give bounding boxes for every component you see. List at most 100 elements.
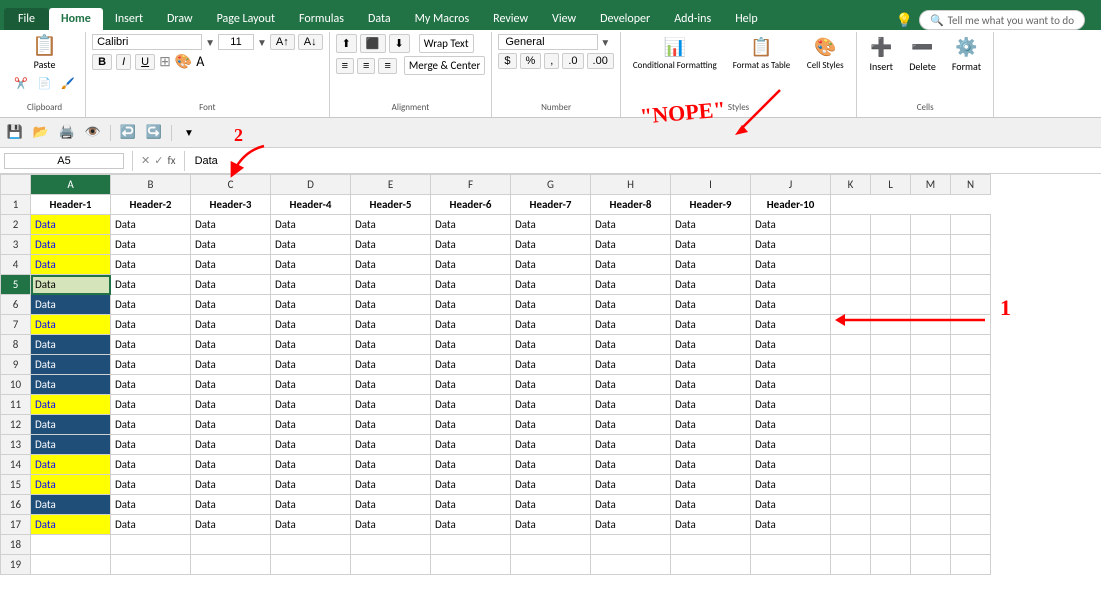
cell-r8-c7[interactable]: Data xyxy=(511,335,591,355)
cell-r10-c12[interactable] xyxy=(871,375,911,395)
cell-r12-c12[interactable] xyxy=(871,415,911,435)
cell-r3-c8[interactable]: Data xyxy=(591,235,671,255)
cell-r13-c8[interactable]: Data xyxy=(591,435,671,455)
cell-r13-c9[interactable]: Data xyxy=(671,435,751,455)
cell-r7-c13[interactable] xyxy=(911,315,951,335)
cell-r9-c2[interactable]: Data xyxy=(111,355,191,375)
cell-r15-c7[interactable]: Data xyxy=(511,475,591,495)
cell-r13-c14[interactable] xyxy=(951,435,991,455)
cell-r17-c2[interactable]: Data xyxy=(111,515,191,535)
cell-r9-c7[interactable]: Data xyxy=(511,355,591,375)
cell-r12-c14[interactable] xyxy=(951,415,991,435)
cell-r14-c5[interactable]: Data xyxy=(351,455,431,475)
cell-r14-c14[interactable] xyxy=(951,455,991,475)
cell-r9-c4[interactable]: Data xyxy=(271,355,351,375)
cell-r11-c3[interactable]: Data xyxy=(191,395,271,415)
cell-r15-c14[interactable] xyxy=(951,475,991,495)
cell-r12-c13[interactable] xyxy=(911,415,951,435)
cell-r18-c3[interactable] xyxy=(191,535,271,555)
number-format-dropdown-icon[interactable]: ▼ xyxy=(600,36,610,49)
cell-r5-c2[interactable]: Data xyxy=(111,275,191,295)
spreadsheet[interactable]: ABCDEFGHIJKLMN1Header-1Header-2Header-3H… xyxy=(0,174,1101,613)
cell-r14-c1[interactable]: Data xyxy=(31,455,111,475)
cell-r10-c8[interactable]: Data xyxy=(591,375,671,395)
cell-r14-c10[interactable]: Data xyxy=(751,455,831,475)
preview-button[interactable]: 👁️ xyxy=(82,122,104,144)
cell-r10-c2[interactable]: Data xyxy=(111,375,191,395)
cell-r2-c12[interactable] xyxy=(871,215,911,235)
cell-r14-c13[interactable] xyxy=(911,455,951,475)
tab-add-ins[interactable]: Add-ins xyxy=(662,8,723,30)
tab-home[interactable]: Home xyxy=(49,8,103,30)
cell-r9-c6[interactable]: Data xyxy=(431,355,511,375)
cell-r4-c12[interactable] xyxy=(871,255,911,275)
cell-r12-c4[interactable]: Data xyxy=(271,415,351,435)
cell-r17-c3[interactable]: Data xyxy=(191,515,271,535)
cell-r5-c3[interactable]: Data xyxy=(191,275,271,295)
cell-r18-c6[interactable] xyxy=(431,535,511,555)
cell-r16-c10[interactable]: Data xyxy=(751,495,831,515)
wrap-text-button[interactable]: Wrap Text xyxy=(419,34,474,53)
cell-r2-c14[interactable] xyxy=(951,215,991,235)
cell-r6-c5[interactable]: Data xyxy=(351,295,431,315)
cell-r5-c13[interactable] xyxy=(911,275,951,295)
cell-r11-c5[interactable]: Data xyxy=(351,395,431,415)
cell-r18-c1[interactable] xyxy=(31,535,111,555)
cell-r17-c12[interactable] xyxy=(871,515,911,535)
header-cell-5[interactable]: Header-5 xyxy=(351,195,431,215)
cell-r15-c5[interactable]: Data xyxy=(351,475,431,495)
border-icon[interactable]: ⊞ xyxy=(159,53,171,70)
decrease-font-button[interactable]: A↓ xyxy=(298,34,323,50)
cell-r4-c11[interactable] xyxy=(831,255,871,275)
cell-r5-c1[interactable]: Data xyxy=(31,275,111,295)
header-cell-10[interactable]: Header-10 xyxy=(751,195,831,215)
cell-r3-c10[interactable]: Data xyxy=(751,235,831,255)
print-button[interactable]: 🖨️ xyxy=(56,122,78,144)
cell-r7-c14[interactable] xyxy=(951,315,991,335)
cell-r19-c5[interactable] xyxy=(351,555,431,575)
cell-r11-c4[interactable]: Data xyxy=(271,395,351,415)
cell-r9-c1[interactable]: Data xyxy=(31,355,111,375)
cell-r13-c13[interactable] xyxy=(911,435,951,455)
bold-button[interactable]: B xyxy=(92,54,112,70)
col-header-G[interactable]: G xyxy=(511,175,591,195)
cell-r12-c11[interactable] xyxy=(831,415,871,435)
cell-r18-c7[interactable] xyxy=(511,535,591,555)
cell-r9-c14[interactable] xyxy=(951,355,991,375)
fill-color-icon[interactable]: 🎨 xyxy=(175,53,192,70)
cell-r2-c6[interactable]: Data xyxy=(431,215,511,235)
format-button[interactable]: ⚙️ Format xyxy=(946,34,987,75)
align-left-button[interactable]: ≡ xyxy=(336,58,354,74)
cell-r16-c4[interactable]: Data xyxy=(271,495,351,515)
cell-r6-c7[interactable]: Data xyxy=(511,295,591,315)
cell-r10-c9[interactable]: Data xyxy=(671,375,751,395)
cell-r9-c8[interactable]: Data xyxy=(591,355,671,375)
cell-r16-c13[interactable] xyxy=(911,495,951,515)
cell-r11-c11[interactable] xyxy=(831,395,871,415)
col-header-E[interactable]: E xyxy=(351,175,431,195)
cell-r19-c3[interactable] xyxy=(191,555,271,575)
paste-button[interactable]: 📋 Paste xyxy=(26,34,63,73)
cell-r10-c11[interactable] xyxy=(831,375,871,395)
italic-button[interactable]: I xyxy=(116,54,131,70)
cell-r16-c6[interactable]: Data xyxy=(431,495,511,515)
col-header-B[interactable]: B xyxy=(111,175,191,195)
cell-r17-c8[interactable]: Data xyxy=(591,515,671,535)
cell-r9-c12[interactable] xyxy=(871,355,911,375)
delete-button[interactable]: ➖ Delete xyxy=(903,34,942,75)
cell-r9-c13[interactable] xyxy=(911,355,951,375)
decrease-decimal-button[interactable]: .0 xyxy=(562,53,583,69)
cell-r16-c14[interactable] xyxy=(951,495,991,515)
cell-r8-c10[interactable]: Data xyxy=(751,335,831,355)
cell-r12-c8[interactable]: Data xyxy=(591,415,671,435)
cell-r7-c12[interactable] xyxy=(871,315,911,335)
font-dropdown-icon[interactable]: ▼ xyxy=(205,36,215,49)
tab-view[interactable]: View xyxy=(540,8,588,30)
cell-r9-c10[interactable]: Data xyxy=(751,355,831,375)
tab-developer[interactable]: Developer xyxy=(588,8,662,30)
cell-r5-c7[interactable]: Data xyxy=(511,275,591,295)
cell-r8-c1[interactable]: Data xyxy=(31,335,111,355)
cell-r14-c12[interactable] xyxy=(871,455,911,475)
cell-r19-c11[interactable] xyxy=(831,555,871,575)
cell-r2-c1[interactable]: Data xyxy=(31,215,111,235)
